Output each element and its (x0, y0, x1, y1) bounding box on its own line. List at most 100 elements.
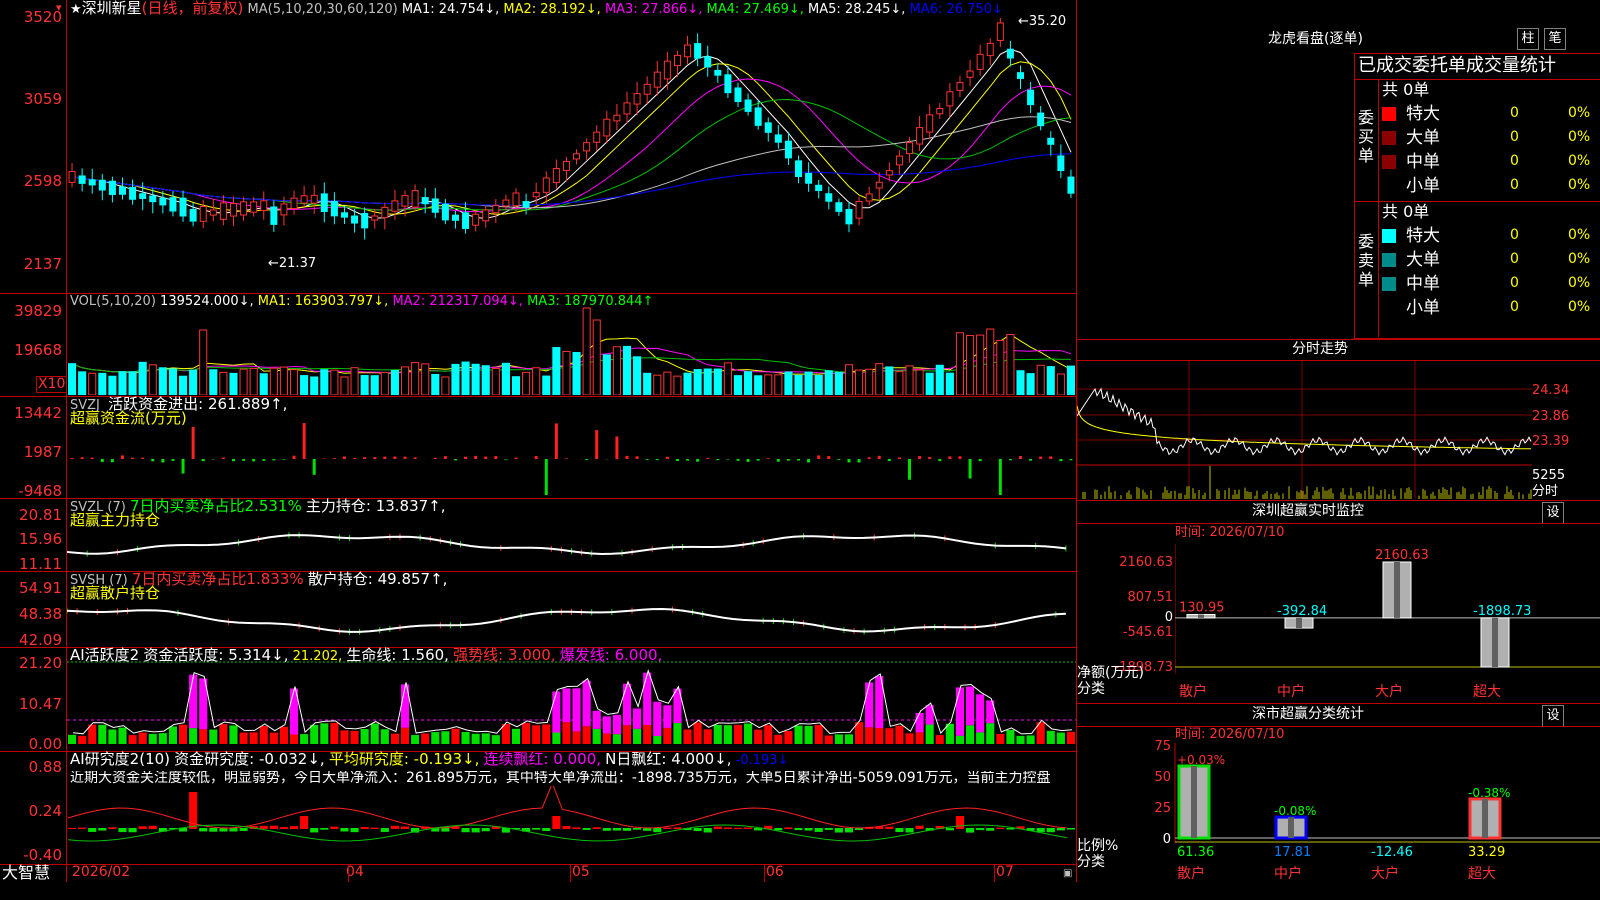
activity-bar (330, 722, 339, 744)
activity-bar (875, 727, 884, 744)
class-category-label: 超大 (1468, 866, 1496, 882)
row-color-swatch (1382, 253, 1396, 267)
volume-bar (421, 363, 430, 395)
sz-class-cat-label: 分类 (1077, 854, 1105, 870)
activity-burst (653, 701, 662, 736)
tick-view-button[interactable]: 笔 (1544, 28, 1566, 50)
candle-body (744, 99, 752, 112)
sz-monitor-settings-button[interactable]: 设 (1542, 502, 1564, 524)
activity-bar (572, 731, 581, 744)
activity-bar (1046, 730, 1055, 744)
activity-bar (138, 732, 147, 744)
research-bar (380, 828, 389, 832)
volume-bar (895, 371, 904, 395)
volume-bar (733, 375, 743, 395)
sell-side-label: 委卖单 (1358, 232, 1375, 289)
fund-flow-chart[interactable] (67, 397, 1076, 497)
research-bar (259, 825, 268, 829)
monitor-value-label: -392.84 (1277, 604, 1327, 619)
activity-bar (350, 730, 359, 744)
star-icon[interactable]: ★ (70, 2, 82, 17)
row-percent: 0% (1568, 154, 1591, 169)
research-chart[interactable] (67, 786, 1076, 863)
main-chart-area[interactable]: ★深圳新星(日线，前复权) MA(5,10,20,30,60,120) MA1:… (0, 0, 1077, 882)
research-bar (905, 828, 914, 833)
ai-research-comment: 近期大资金关注度较低，明显弱势，今日大单净流入：261.895万元，其中特大单净… (70, 771, 1051, 786)
research-bar (1056, 828, 1065, 831)
volume-bar (875, 363, 884, 395)
volume-bar (562, 350, 571, 395)
research-bar (612, 828, 621, 831)
row-count: 0 (1510, 129, 1519, 145)
volume-chart[interactable] (67, 306, 1076, 395)
volume-bar (128, 371, 137, 395)
activity-bar (481, 733, 490, 744)
class-category-label: 中户 (1274, 865, 1302, 882)
volume-bar (986, 328, 995, 395)
monitor-value-label: 2160.63 (1375, 548, 1429, 563)
sz-class-bar-chart[interactable]: +0.03% 61.36 散户 -0.08% 17.81 中户 -12.46 大户 -0.38%… (1173, 743, 1600, 882)
class-change-label: +0.03% (1177, 753, 1225, 767)
volume-bar (380, 371, 389, 395)
candle-body (643, 83, 651, 95)
buy-total: 共 0单 (1382, 80, 1430, 99)
research-bar (653, 828, 662, 833)
volume-bar (68, 363, 77, 395)
research-bar (996, 827, 1005, 829)
sz-class-settings-button[interactable]: 设 (1542, 705, 1564, 727)
volume-bar (653, 374, 662, 395)
research-bar (209, 828, 218, 832)
volume-bar (683, 372, 692, 395)
candle-body (966, 70, 974, 78)
activity-bar (461, 732, 470, 744)
volume-bar (279, 366, 288, 395)
volume-bar (451, 363, 460, 395)
activity-burst (976, 694, 985, 733)
volume-bar (158, 367, 167, 395)
ai-active-y-label: 10.47 (19, 695, 62, 713)
activity-bar (653, 735, 662, 744)
candle-body (865, 193, 873, 202)
sz-monitor-panel[interactable]: 深圳超赢实时监控 设 时间: 2026/07/10 2160.63 807.51… (1077, 500, 1600, 702)
intraday-line-chart[interactable] (1077, 361, 1532, 499)
volume-bar (78, 371, 87, 395)
candle-body (603, 118, 611, 137)
activity-chart[interactable] (67, 648, 1076, 750)
activity-bar (754, 729, 763, 744)
intraday-panel[interactable]: 分时走势 24.34 23.86 23.39 5255 分时 (1077, 339, 1600, 500)
volume-bar (1046, 366, 1055, 395)
sz-monitor-bar-chart[interactable]: 130.95 散户 -392.84 中户 2160.63 大户 -1898.73 超大 (1175, 544, 1600, 702)
activity-bar (693, 722, 702, 744)
volume-bar (592, 319, 601, 395)
retail-holding-chart[interactable] (67, 572, 1076, 646)
row-label: 中单 (1406, 152, 1440, 172)
activity-bar (491, 735, 500, 744)
activity-bar (915, 732, 924, 744)
research-bar (1046, 828, 1055, 833)
bar-view-button[interactable]: 柱 (1517, 28, 1539, 50)
activity-bar (219, 724, 228, 744)
candlestick-chart[interactable] (67, 18, 1076, 292)
sz-class-panel[interactable]: 深市超赢分类统计 设 时间: 2026/07/10 75 50 25 0 比例%… (1077, 703, 1600, 882)
volume-bar (168, 368, 177, 395)
lock-icon[interactable]: ▣ (1063, 866, 1072, 881)
activity-bar (774, 734, 783, 744)
research-bar (320, 828, 329, 830)
volume-bar (239, 368, 248, 395)
sz-monitor-y-label: 0 (1164, 610, 1173, 625)
research-bar (834, 828, 843, 833)
activity-bar (98, 724, 107, 744)
row-count: 0 (1510, 227, 1519, 243)
sz-monitor-time: 时间: 2026/07/10 (1175, 525, 1285, 540)
activity-bar (885, 728, 894, 744)
activity-bar (966, 725, 975, 744)
volume-bar (300, 375, 309, 395)
period-label[interactable]: (日线，前复权) (142, 0, 244, 17)
stock-name[interactable]: 深圳新星 (82, 0, 142, 17)
main-holding-chart[interactable] (67, 499, 1076, 570)
volume-bar (209, 369, 218, 395)
activity-bar (713, 724, 722, 744)
candle-body (754, 107, 762, 126)
volume-bar (249, 367, 258, 395)
candle-body (714, 69, 722, 76)
